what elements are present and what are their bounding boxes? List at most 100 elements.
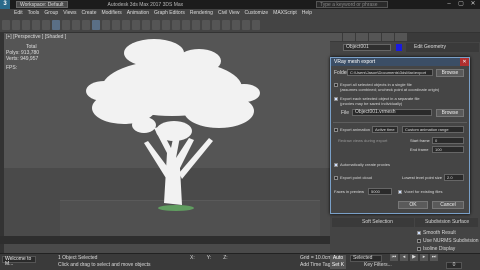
redo-icon[interactable] (12, 19, 20, 30)
app-logo-icon[interactable]: 3 (0, 0, 10, 9)
current-frame-field[interactable]: 0 (446, 262, 462, 269)
export-single-file-option[interactable]: Export all selected objects in a single … (334, 82, 464, 92)
menu-modifiers[interactable]: Modifiers (101, 10, 121, 16)
file-browse-button[interactable]: Browse (436, 109, 464, 117)
start-frame-field[interactable]: 0 (432, 137, 464, 144)
object-name-field[interactable]: Object001 (343, 44, 391, 51)
display-tab-icon[interactable] (382, 33, 394, 41)
checkbox-icon[interactable] (334, 127, 338, 132)
material-editor-icon[interactable] (222, 19, 230, 30)
time-slider[interactable] (0, 236, 330, 244)
select-by-name-icon[interactable] (62, 19, 70, 30)
scale-icon[interactable] (112, 19, 120, 30)
menu-animation[interactable]: Animation (127, 10, 149, 16)
folder-field[interactable]: C:\Users\Jason\Documents\3dsMax\export (347, 69, 433, 76)
close-icon[interactable]: ✕ (468, 0, 478, 8)
active-time-dropdown[interactable]: Active time (372, 126, 398, 133)
key-filters-button[interactable]: Key Filters... (364, 262, 392, 268)
checkbox-icon[interactable] (398, 189, 402, 194)
checkbox-icon[interactable] (417, 238, 421, 243)
object-color-swatch[interactable] (396, 44, 402, 51)
tree-model[interactable] (4, 33, 330, 253)
render-setup-icon[interactable] (232, 19, 240, 30)
key-mode-dropdown[interactable]: Selected (350, 255, 382, 262)
add-time-tag[interactable]: Add Time Tag (300, 262, 330, 268)
curve-editor-icon[interactable] (202, 19, 210, 30)
edit-geometry-rollout[interactable]: Edit Geometry (406, 43, 479, 52)
create-tab-icon[interactable] (330, 33, 342, 41)
dialog-close-icon[interactable]: ✕ (460, 58, 469, 66)
checkbox-icon[interactable] (417, 246, 421, 251)
link-icon[interactable] (22, 19, 30, 30)
go-to-end-icon[interactable]: ⏭ (430, 254, 438, 261)
use-nurms-option[interactable]: Use NURMS Subdivision (417, 237, 479, 245)
folder-browse-button[interactable]: Browse (436, 69, 464, 77)
reference-coord-icon[interactable] (122, 19, 130, 30)
search-input[interactable]: Type a keyword or phrase (316, 1, 388, 8)
x-coord-label[interactable]: X: (190, 255, 195, 261)
menu-rendering[interactable]: Rendering (190, 10, 213, 16)
isoline-display-option[interactable]: Isoline Display (417, 245, 479, 253)
custom-range-field[interactable]: Custom animation range (402, 126, 464, 133)
next-frame-icon[interactable]: ▸ (420, 254, 428, 261)
motion-tab-icon[interactable] (369, 33, 381, 41)
cancel-button[interactable]: Cancel (432, 201, 464, 209)
mirror-icon[interactable] (172, 19, 180, 30)
menu-tools[interactable]: Tools (28, 10, 40, 16)
hierarchy-tab-icon[interactable] (356, 33, 368, 41)
region-icon[interactable] (72, 19, 80, 30)
undo-icon[interactable] (2, 19, 10, 30)
auto-create-proxies-option[interactable]: Automatically create proxies (334, 162, 390, 167)
subdivision-surface-rollout[interactable]: Subdivision Surface (415, 218, 478, 227)
export-animation-option[interactable]: Export animation (334, 127, 370, 132)
minimize-icon[interactable]: – (444, 0, 454, 8)
modify-tab-icon[interactable] (343, 33, 355, 41)
menu-customize[interactable]: Customize (245, 10, 269, 16)
auto-key-button[interactable]: Auto (330, 255, 346, 262)
menu-views[interactable]: Views (63, 10, 76, 16)
export-point-cloud-option[interactable]: Export point cloud (334, 175, 372, 180)
bind-icon[interactable] (42, 19, 50, 30)
lowest-level-field[interactable]: 2.0 (444, 174, 464, 181)
soft-selection-rollout[interactable]: Soft Selection (332, 218, 414, 227)
export-separate-files-option[interactable]: Export each selected object in a separat… (334, 96, 464, 106)
menu-civil-view[interactable]: Civil View (218, 10, 240, 16)
utilities-tab-icon[interactable] (395, 33, 407, 41)
ok-button[interactable]: OK (398, 201, 428, 209)
pivot-icon[interactable] (132, 19, 140, 30)
checkbox-icon[interactable] (334, 175, 338, 180)
menu-graph-editors[interactable]: Graph Editors (154, 10, 185, 16)
go-to-start-icon[interactable]: ⏮ (390, 254, 398, 261)
y-coord-label[interactable]: Y: (207, 255, 211, 261)
previous-frame-icon[interactable]: ◂ (400, 254, 408, 261)
smooth-result-option[interactable]: Smooth Result (417, 229, 479, 237)
menu-help[interactable]: Help (302, 10, 312, 16)
percent-snap-icon[interactable] (162, 19, 170, 30)
move-icon[interactable] (92, 19, 100, 30)
overwrite-option[interactable]: Voxel for existing files (398, 189, 442, 194)
select-object-icon[interactable] (52, 19, 60, 30)
viewport-label[interactable]: [+] [Perspective ] [Shaded ] (6, 34, 66, 40)
render-frame-icon[interactable] (242, 19, 250, 30)
checkbox-icon[interactable] (334, 162, 338, 167)
schematic-icon[interactable] (212, 19, 220, 30)
menu-edit[interactable]: Edit (14, 10, 23, 16)
maxscript-listener[interactable]: Welcome to M... (2, 256, 36, 267)
end-frame-field[interactable]: 100 (432, 146, 464, 153)
window-crossing-icon[interactable] (82, 19, 90, 30)
align-icon[interactable] (182, 19, 190, 30)
checkbox-icon[interactable] (417, 230, 421, 235)
menu-group[interactable]: Group (44, 10, 58, 16)
unlink-icon[interactable] (32, 19, 40, 30)
faces-preview-field[interactable]: 5000 (368, 188, 392, 195)
layer-icon[interactable] (192, 19, 200, 30)
menu-create[interactable]: Create (81, 10, 96, 16)
render-icon[interactable] (252, 19, 260, 30)
play-icon[interactable]: ▶ (410, 254, 418, 261)
z-coord-label[interactable]: Z: (223, 255, 227, 261)
maximize-icon[interactable]: ▢ (456, 0, 466, 8)
set-key-button[interactable]: Set K (330, 262, 346, 269)
rotate-icon[interactable] (102, 19, 110, 30)
file-field[interactable]: Object001.vrmesh (352, 109, 432, 116)
menu-maxscript[interactable]: MAXScript (273, 10, 297, 16)
